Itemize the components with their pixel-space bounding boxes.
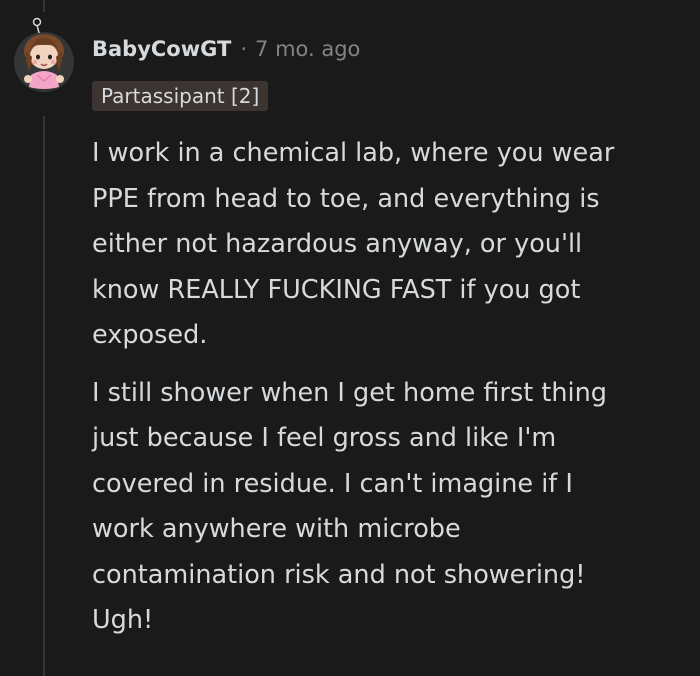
comment-timestamp[interactable]: 7 mo. ago	[255, 37, 360, 61]
avatar-icon	[14, 17, 74, 92]
thread-line-top	[43, 0, 45, 12]
comment-body: I work in a chemical lab, where you wear…	[92, 131, 692, 656]
user-avatar[interactable]	[13, 17, 75, 93]
username-link[interactable]: BabyCowGT	[92, 37, 231, 61]
header-separator: ·	[240, 37, 248, 61]
thread-line[interactable]	[43, 116, 45, 676]
user-flair: Partassipant [2]	[92, 81, 269, 111]
comment-header: BabyCowGT · 7 mo. ago	[92, 32, 360, 66]
comment-paragraph: I work in a chemical lab, where you wear…	[92, 138, 615, 350]
comment-paragraph: I still shower when I get home first thi…	[92, 377, 607, 636]
